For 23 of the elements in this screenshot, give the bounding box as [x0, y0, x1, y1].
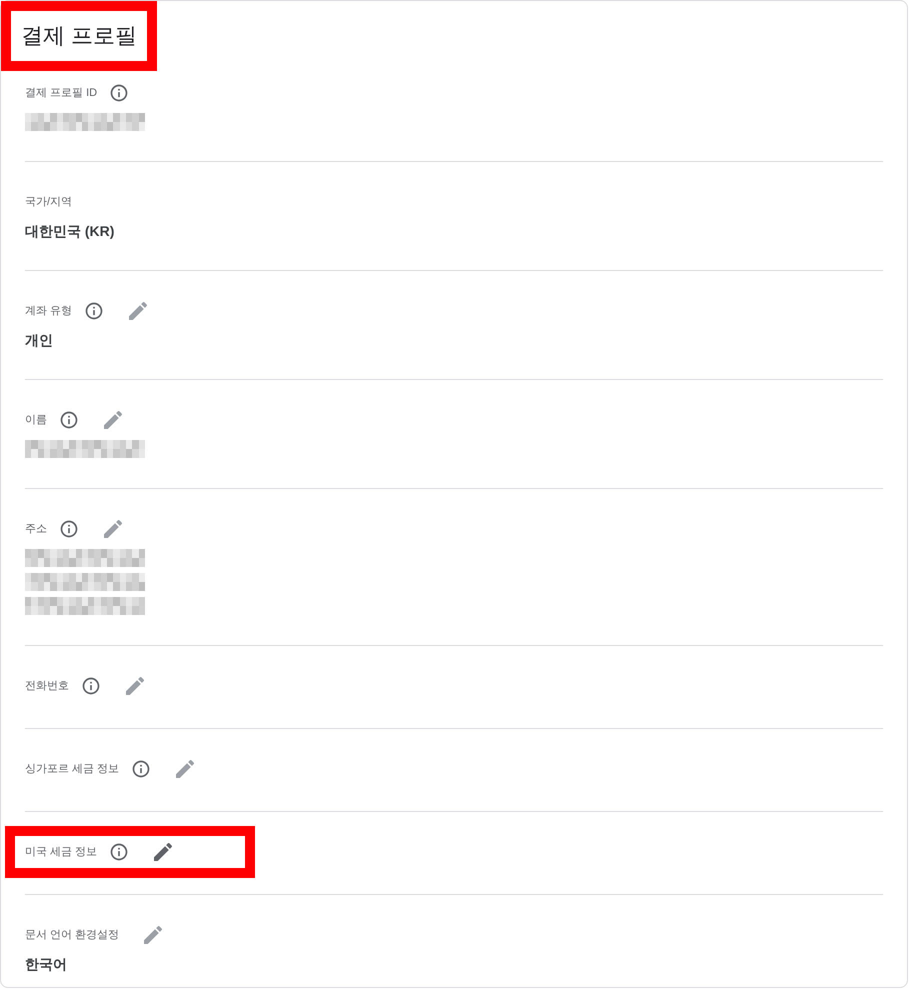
- field-label: 결제 프로필 ID: [25, 86, 98, 101]
- field-label: 국가/지역: [25, 194, 72, 210]
- edit-icon[interactable]: [101, 517, 125, 541]
- info-icon[interactable]: [109, 83, 130, 103]
- info-icon[interactable]: [131, 759, 152, 779]
- field-label: 미국 세금 정보: [25, 844, 98, 860]
- info-icon[interactable]: [81, 676, 101, 696]
- info-icon[interactable]: [109, 842, 130, 862]
- field-label: 계좌 유형: [25, 304, 72, 319]
- field-label: 주소: [25, 522, 47, 537]
- field-label: 문서 언어 환경설정: [25, 928, 120, 943]
- info-icon[interactable]: [59, 519, 79, 539]
- field-label: 전화번호: [25, 678, 69, 694]
- field-label: 이름: [25, 412, 47, 428]
- field-value: 개인: [25, 331, 54, 350]
- field-value: 대한민국 (KR): [25, 222, 116, 241]
- edit-icon[interactable]: [123, 674, 147, 698]
- edit-icon[interactable]: [101, 408, 125, 432]
- info-icon[interactable]: [59, 410, 79, 430]
- field-label: 싱가포르 세금 정보: [25, 762, 120, 777]
- page-title: 결제 프로필: [21, 22, 138, 50]
- info-icon[interactable]: [84, 301, 104, 321]
- field-value: 한국어: [25, 955, 68, 974]
